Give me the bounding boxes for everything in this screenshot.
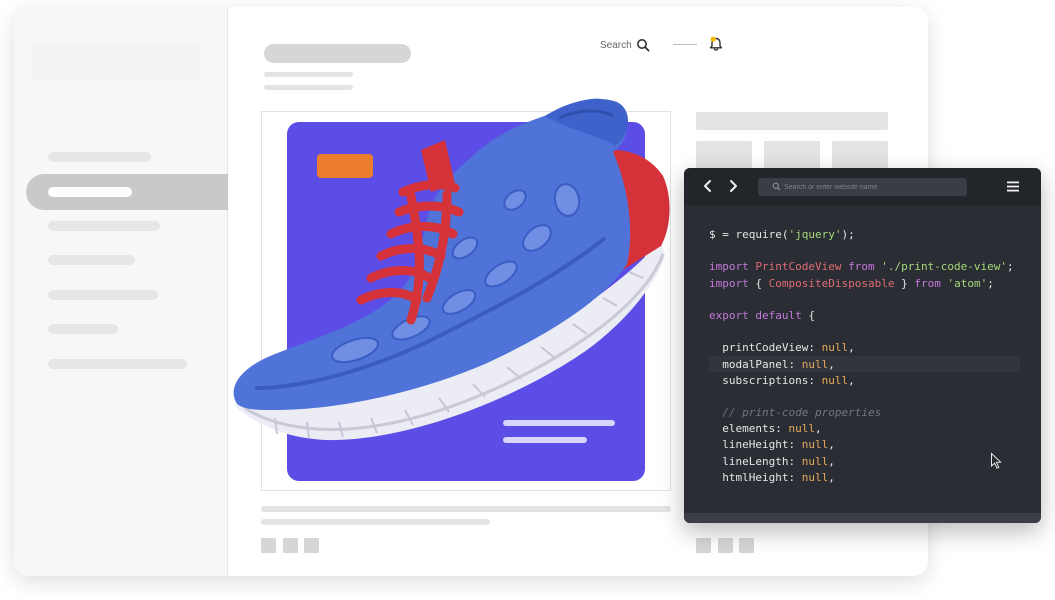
code-browser-window: $ = require('jquery'); import PrintCodeV… bbox=[684, 168, 1041, 523]
code-token: null bbox=[801, 357, 829, 371]
code-token: null bbox=[801, 438, 829, 452]
sidebar-item-active-label-placeholder bbox=[48, 187, 132, 197]
content-line-placeholder bbox=[261, 519, 490, 525]
code-line: $ = require('jquery'); bbox=[709, 227, 1029, 243]
sidebar-item[interactable] bbox=[48, 152, 151, 162]
code-token: subscriptions: bbox=[709, 373, 822, 387]
code-token: 'jquery' bbox=[788, 228, 842, 241]
sidebar-item[interactable] bbox=[48, 290, 158, 300]
code-token: lineHeight: bbox=[709, 438, 802, 452]
code-line: import { CompositeDisposable } from 'ato… bbox=[709, 276, 1029, 292]
address-bar[interactable] bbox=[758, 178, 967, 196]
bell-icon[interactable] bbox=[707, 35, 725, 53]
code-token: , bbox=[848, 373, 855, 387]
code-token: './print-code-view' bbox=[881, 260, 1008, 274]
code-token: from bbox=[841, 260, 882, 274]
code-line: export default { bbox=[709, 308, 1029, 324]
status-bar bbox=[684, 513, 1041, 523]
code-token: from bbox=[914, 276, 948, 290]
code-token: null bbox=[801, 470, 829, 484]
sidebar-item[interactable] bbox=[48, 359, 187, 369]
code-token: , bbox=[828, 454, 835, 468]
code-token: PrintCodeView bbox=[755, 260, 842, 274]
code-token: , bbox=[828, 357, 835, 371]
code-line: printCodeView: null, bbox=[709, 340, 1029, 356]
code-token: export default bbox=[709, 308, 809, 322]
pagination-dot[interactable] bbox=[718, 538, 733, 553]
thumbnail-placeholder[interactable] bbox=[832, 141, 888, 169]
sidebar-header-placeholder bbox=[32, 45, 200, 81]
code-line: modalPanel: null, bbox=[709, 357, 1029, 373]
mouse-pointer-icon bbox=[991, 452, 1002, 469]
code-token: modalPanel: bbox=[709, 357, 802, 371]
code-line: htmlHeight: null, bbox=[709, 470, 1029, 486]
search-icon[interactable] bbox=[636, 38, 650, 52]
pagination-dot[interactable] bbox=[261, 538, 276, 553]
chevron-left-icon[interactable] bbox=[700, 178, 716, 194]
code-token: null bbox=[801, 454, 829, 468]
code-token: htmlHeight: bbox=[709, 470, 802, 484]
code-token: , bbox=[828, 438, 835, 452]
code-line: import PrintCodeView from './print-code-… bbox=[709, 259, 1029, 275]
code-token: ; bbox=[987, 276, 994, 290]
thumbnail-placeholder[interactable] bbox=[696, 141, 752, 169]
code-token: , bbox=[828, 470, 835, 484]
code-token: 'atom' bbox=[947, 276, 988, 290]
code-token: ; bbox=[1007, 260, 1014, 274]
code-token: import bbox=[709, 260, 756, 274]
code-token: null bbox=[821, 341, 849, 355]
hamburger-menu-icon[interactable] bbox=[1006, 180, 1020, 193]
pagination-dot[interactable] bbox=[739, 538, 754, 553]
code-token: null bbox=[788, 422, 815, 436]
pagination-dot[interactable] bbox=[283, 538, 298, 553]
pagination-dot[interactable] bbox=[304, 538, 319, 553]
sidebar bbox=[14, 7, 228, 576]
sidebar-panel-placeholder bbox=[696, 112, 888, 130]
code-token: CompositeDisposable bbox=[768, 276, 895, 290]
sidebar-item-active[interactable] bbox=[26, 174, 228, 210]
subtitle-placeholder bbox=[264, 72, 353, 77]
page-title-placeholder bbox=[264, 44, 411, 63]
code-token: } bbox=[894, 276, 915, 290]
code-line: subscriptions: null, bbox=[709, 373, 1029, 389]
code-line: lineLength: null, bbox=[709, 454, 1029, 470]
stage: Search Search or enter website name $ = … bbox=[0, 0, 1055, 600]
code-token: { bbox=[808, 308, 815, 322]
sidebar-item[interactable] bbox=[48, 255, 135, 265]
code-token: import bbox=[709, 276, 756, 290]
running-shoe-image bbox=[233, 98, 670, 441]
code-token: null bbox=[821, 373, 849, 387]
code-token: elements: bbox=[709, 422, 789, 436]
divider bbox=[673, 44, 697, 45]
code-line: lineHeight: null, bbox=[709, 437, 1029, 453]
code-editor[interactable]: $ = require('jquery'); import PrintCodeV… bbox=[709, 227, 1029, 486]
address-input[interactable] bbox=[784, 180, 959, 194]
code-token: $ = require( bbox=[709, 228, 789, 241]
sidebar-item[interactable] bbox=[48, 324, 118, 334]
sidebar-item[interactable] bbox=[48, 221, 160, 231]
code-token: lineLength: bbox=[709, 454, 802, 468]
code-token: { bbox=[755, 276, 769, 290]
chevron-right-icon[interactable] bbox=[725, 178, 741, 194]
notification-dot bbox=[710, 36, 716, 42]
code-token: , bbox=[848, 341, 855, 355]
content-line-placeholder bbox=[261, 506, 671, 512]
search-label[interactable]: Search bbox=[600, 40, 632, 51]
code-token: printCodeView: bbox=[709, 341, 822, 355]
code-token: ); bbox=[841, 228, 855, 241]
thumbnail-placeholder[interactable] bbox=[764, 141, 820, 169]
code-token: // print-code properties bbox=[709, 406, 882, 420]
code-line: elements: null, bbox=[709, 421, 1029, 437]
browser-toolbar bbox=[684, 168, 1041, 206]
code-token: , bbox=[814, 422, 822, 436]
pagination-dot[interactable] bbox=[696, 538, 711, 553]
code-line: // print-code properties bbox=[709, 405, 1029, 421]
search-icon bbox=[772, 182, 781, 191]
